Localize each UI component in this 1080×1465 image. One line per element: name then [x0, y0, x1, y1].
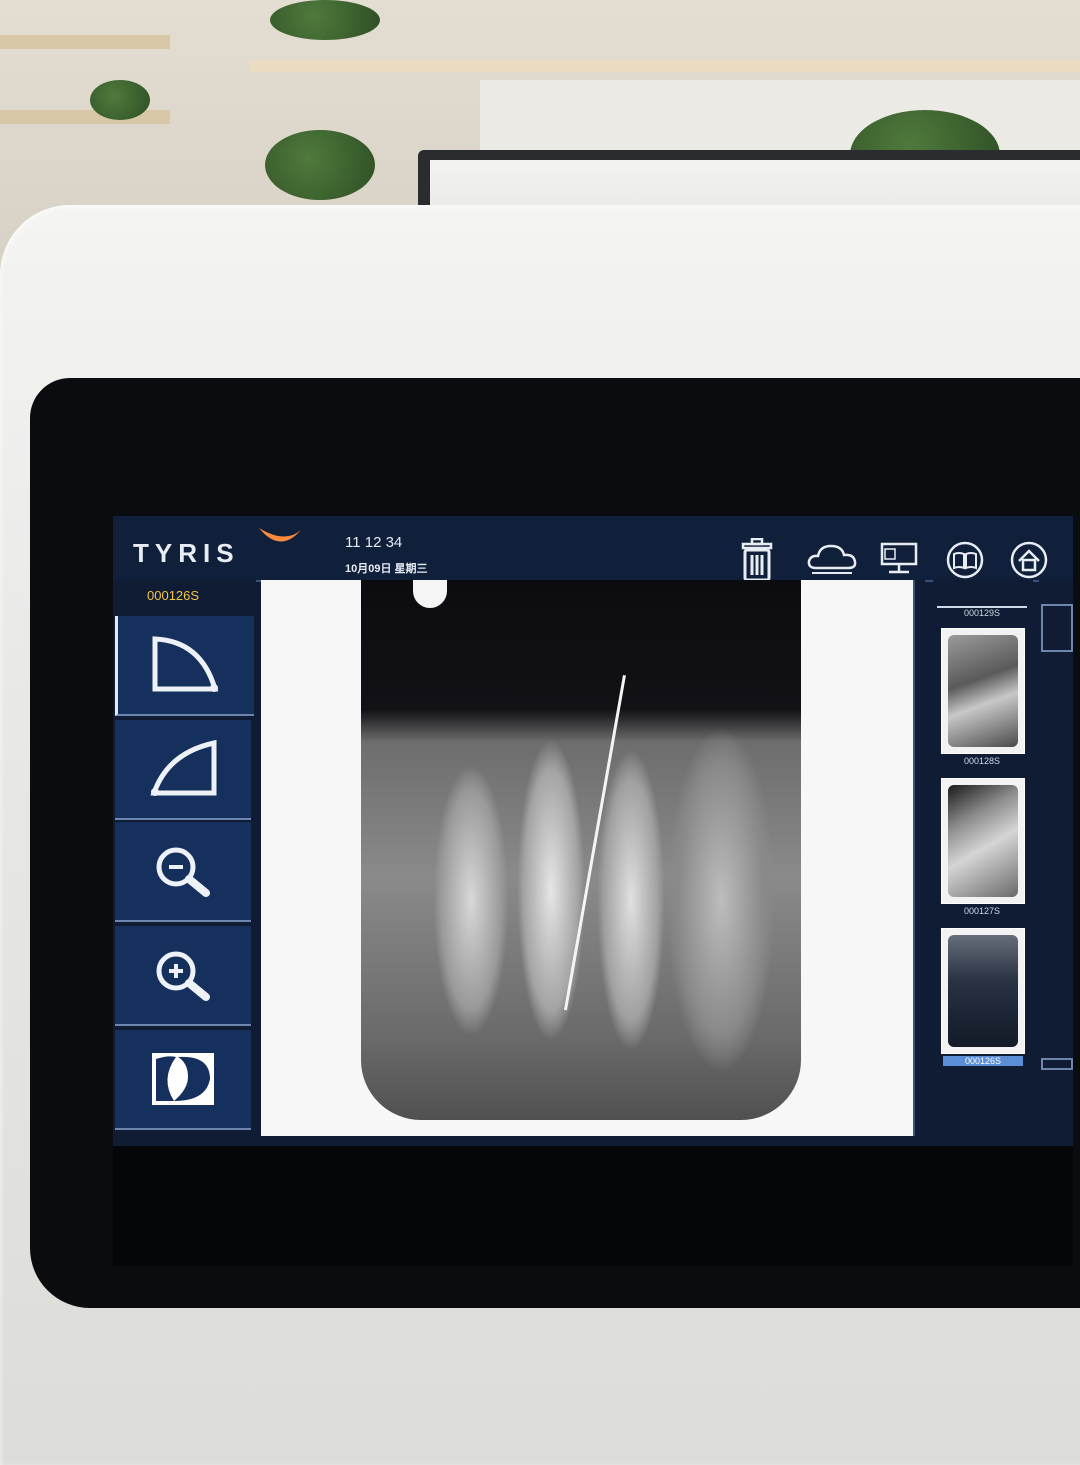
delete-button[interactable]: [735, 538, 779, 582]
dental-xray-image: [361, 580, 801, 1120]
trash-icon: [741, 538, 773, 582]
endodontic-file: [563, 675, 626, 1011]
viewer-divider: [913, 580, 925, 1136]
thumbnail-label: 000127S: [963, 906, 1001, 916]
network-computer-icon: [880, 542, 918, 574]
thumbnail-image: [948, 785, 1018, 897]
zoom-out-icon: [156, 847, 210, 897]
top-bar: TYRIS 11 12 34 10月09日 星期三: [113, 516, 1073, 582]
shelf: [0, 35, 170, 49]
thumbnail-strip: 000129S 000128S 000127S 000126S: [933, 580, 1033, 1146]
invert-tool[interactable]: [115, 1030, 251, 1130]
shelf: [250, 60, 1080, 72]
network-button[interactable]: [877, 538, 921, 582]
clock-date: 10月09日 星期三: [345, 563, 428, 575]
cloud-icon: [807, 544, 857, 574]
curve-up-icon: [152, 636, 219, 692]
scroll-end-marker: [1041, 1058, 1073, 1070]
brand-logo: TYRIS: [133, 538, 240, 568]
clock-time: 11 12 34: [345, 534, 403, 551]
curve-down-icon: [150, 739, 217, 796]
plant: [270, 0, 380, 40]
contrast-curve-up-tool[interactable]: [115, 616, 254, 716]
orientation-marker: [413, 580, 447, 608]
thumbnail-item[interactable]: [941, 628, 1025, 754]
invert-icon: [152, 1053, 214, 1105]
zoom-in-icon: [156, 951, 210, 1001]
plant: [90, 80, 150, 120]
thumbnail-label: 000129S: [937, 606, 1027, 618]
brand-swoosh-icon: [259, 528, 301, 542]
device-screen: TYRIS 11 12 34 10月09日 星期三 000126S 000129…: [113, 516, 1073, 1146]
zoom-out-tool[interactable]: [115, 822, 251, 922]
manual-button[interactable]: [943, 538, 987, 582]
current-image-id: 000126S: [147, 588, 200, 603]
thumbnail-label-selected: 000126S: [943, 1056, 1023, 1066]
zoom-in-tool[interactable]: [115, 926, 251, 1026]
contrast-curve-down-tool[interactable]: [115, 720, 251, 820]
cloud-button[interactable]: [805, 538, 859, 582]
book-icon: [946, 541, 984, 579]
thumbnail-image: [948, 635, 1018, 747]
thumbnail-item[interactable]: [941, 778, 1025, 904]
thumbnail-item[interactable]: [941, 928, 1025, 1054]
thumbnail-image: [948, 935, 1018, 1047]
home-button[interactable]: [1007, 538, 1051, 582]
screen-lower-glass: [113, 1146, 1073, 1266]
shelf: [0, 110, 170, 124]
scroll-thumb[interactable]: [1041, 604, 1073, 652]
thumbnail-label: 000128S: [963, 756, 1001, 766]
thumbnail-scrollbar[interactable]: [1039, 580, 1073, 1146]
home-icon: [1010, 541, 1048, 579]
xray-viewer[interactable]: [261, 580, 913, 1136]
plant: [265, 130, 375, 200]
